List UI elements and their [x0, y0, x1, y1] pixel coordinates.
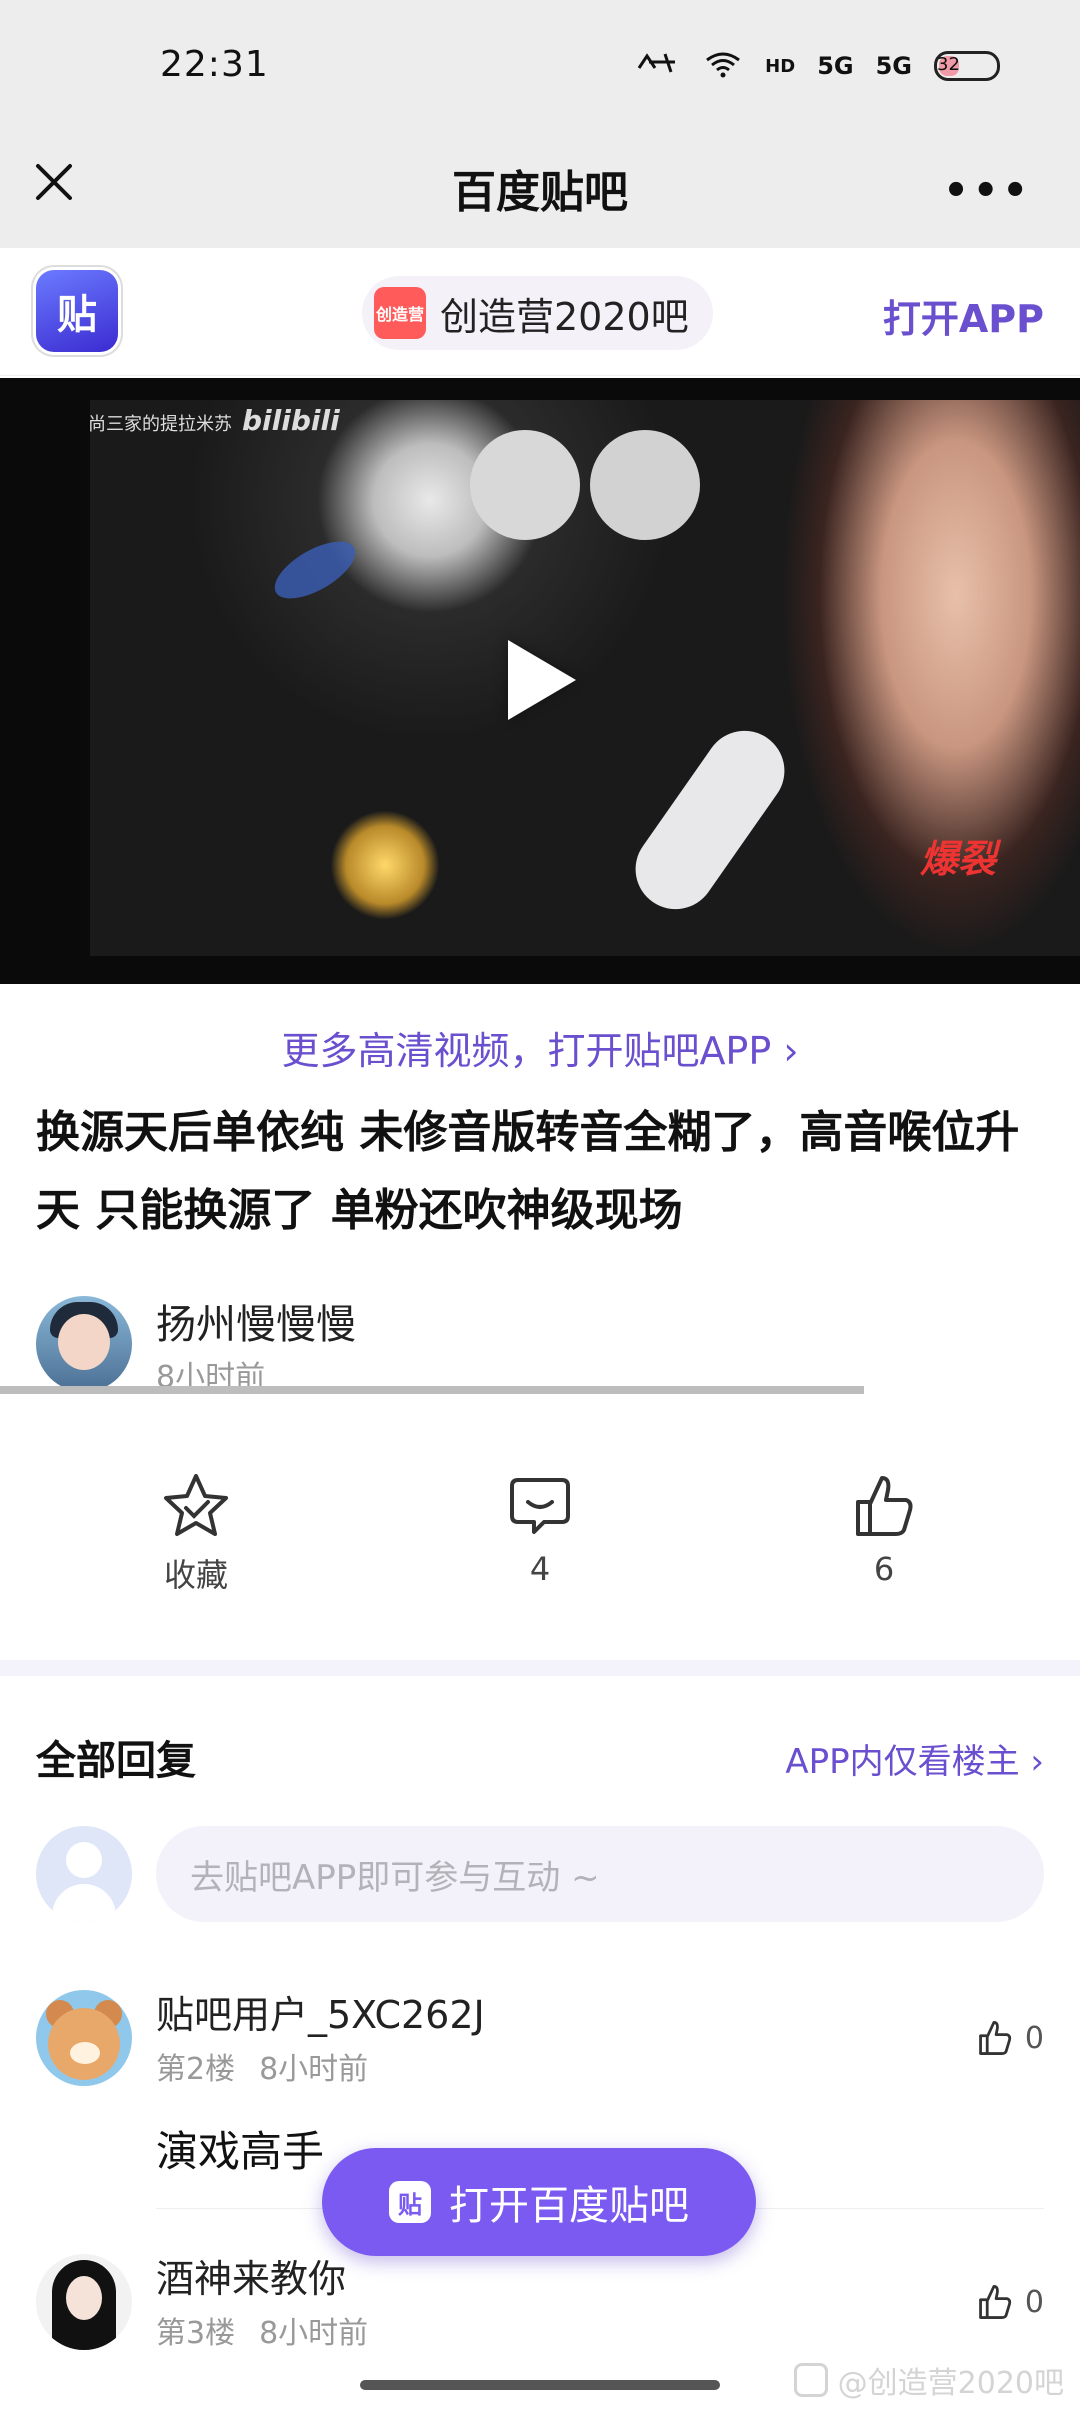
bottom-watermark: @创造营2020吧 [793, 2358, 1064, 2402]
play-icon[interactable] [508, 640, 576, 720]
forum-icon: 创造营 [374, 287, 426, 339]
comment-button[interactable]: 4 [440, 1470, 640, 1588]
microphone [619, 715, 801, 925]
5g-signal-icon: 5G [875, 52, 912, 80]
post-actions: 收藏 4 6 [0, 1470, 1080, 1630]
home-indicator[interactable] [360, 2380, 720, 2390]
like-button[interactable]: 6 [784, 1470, 984, 1588]
reply-floor: 第3楼 [156, 2316, 236, 2351]
reply-meta: 第3楼 8小时前 [156, 2308, 368, 2352]
status-and-nav-bar: 22:31 HD 5G 5G 32 百度贴吧 ••• [0, 0, 1080, 248]
reply-like-count: 0 [1024, 2020, 1044, 2056]
weibo-watermark-icon [793, 2363, 828, 2397]
author-avatar[interactable] [36, 1296, 132, 1392]
bilibili-logo: bilibili [242, 404, 340, 437]
section-divider [0, 1660, 1080, 1676]
thumbs-up-icon [979, 2285, 1012, 2319]
5g-signal-icon: 5G [817, 52, 854, 80]
hd-signal-icon: HD [765, 55, 796, 77]
favorite-label: 收藏 [163, 1556, 228, 1594]
thumbs-up-icon [979, 2021, 1012, 2055]
status-icons: HD 5G 5G 32 [635, 48, 1000, 84]
mute-icon [635, 48, 681, 84]
my-avatar [36, 1826, 132, 1922]
favorite-button[interactable]: 收藏 [96, 1470, 296, 1596]
video-watermark: 尚三家的提拉米苏 bilibili [88, 404, 340, 437]
open-tieba-label: 打开百度贴吧 [449, 2183, 689, 2229]
only-owner-link[interactable]: APP内仅看楼主 › [785, 1734, 1044, 1783]
reply-like-button[interactable]: 0 [975, 2018, 1044, 2058]
battery-level: 32 [937, 54, 960, 75]
reply-like-button[interactable]: 0 [975, 2282, 1044, 2322]
replies-title: 全部回复 [36, 1738, 196, 1784]
video-corner-badge: 爆裂 [920, 837, 997, 881]
forum-pill[interactable]: 创造营 创造营2020吧 [362, 276, 713, 350]
reply-username[interactable]: 贴吧用户_5XC262J [156, 1984, 485, 2039]
open-app-button[interactable]: 打开APP [883, 288, 1044, 343]
author-name[interactable]: 扬州慢慢慢 [156, 1292, 356, 1350]
app-promo-bar: 贴 创造营 创造营2020吧 打开APP [0, 248, 1080, 376]
tieba-app-logo[interactable]: 贴 [36, 270, 118, 352]
like-count: 6 [873, 1550, 895, 1588]
thumbs-up-icon [856, 1476, 913, 1536]
page-title: 百度贴吧 [452, 167, 628, 218]
bottom-watermark-text: @创造营2020吧 [837, 2366, 1064, 2401]
battery-icon: 32 [934, 51, 1000, 81]
reply-time: 8小时前 [259, 2316, 369, 2351]
reply-input[interactable]: 去贴吧APP即可参与互动 ~ [156, 1826, 1044, 1922]
open-tieba-floating-button[interactable]: 贴 打开百度贴吧 [322, 2148, 756, 2256]
reply-meta: 第2楼 8小时前 [156, 2044, 368, 2088]
reply-content: 演戏高手 [156, 2127, 325, 2176]
reply-floor: 第2楼 [156, 2052, 236, 2087]
video-player[interactable]: 尚三家的提拉米苏 bilibili 爆裂 [0, 378, 1080, 984]
forum-name: 创造营2020吧 [440, 294, 689, 339]
more-icon[interactable]: ••• [943, 168, 1032, 214]
status-time: 22:31 [160, 44, 269, 85]
wifi-icon [703, 48, 743, 84]
reply-user-avatar[interactable] [36, 1990, 132, 2086]
video-progress-bar [0, 1386, 864, 1394]
comment-icon [510, 1478, 570, 1534]
video-watermark-text: 尚三家的提拉米苏 [88, 414, 232, 435]
comment-count: 4 [529, 1550, 551, 1588]
tieba-icon: 贴 [389, 2181, 431, 2223]
reply-user-avatar[interactable] [36, 2254, 132, 2350]
more-hd-video-link[interactable]: 更多高清视频，打开贴吧APP › [0, 1020, 1080, 1075]
reply-username[interactable]: 酒神来教你 [156, 2248, 346, 2303]
reply-time: 8小时前 [259, 2052, 369, 2087]
reply-like-count: 0 [1024, 2284, 1044, 2320]
star-icon [164, 1474, 228, 1536]
post-title: 换源天后单依纯 未修音版转音全糊了，高音喉位升天 只能换源了 单粉还吹神级现场 [36, 1107, 1020, 1236]
